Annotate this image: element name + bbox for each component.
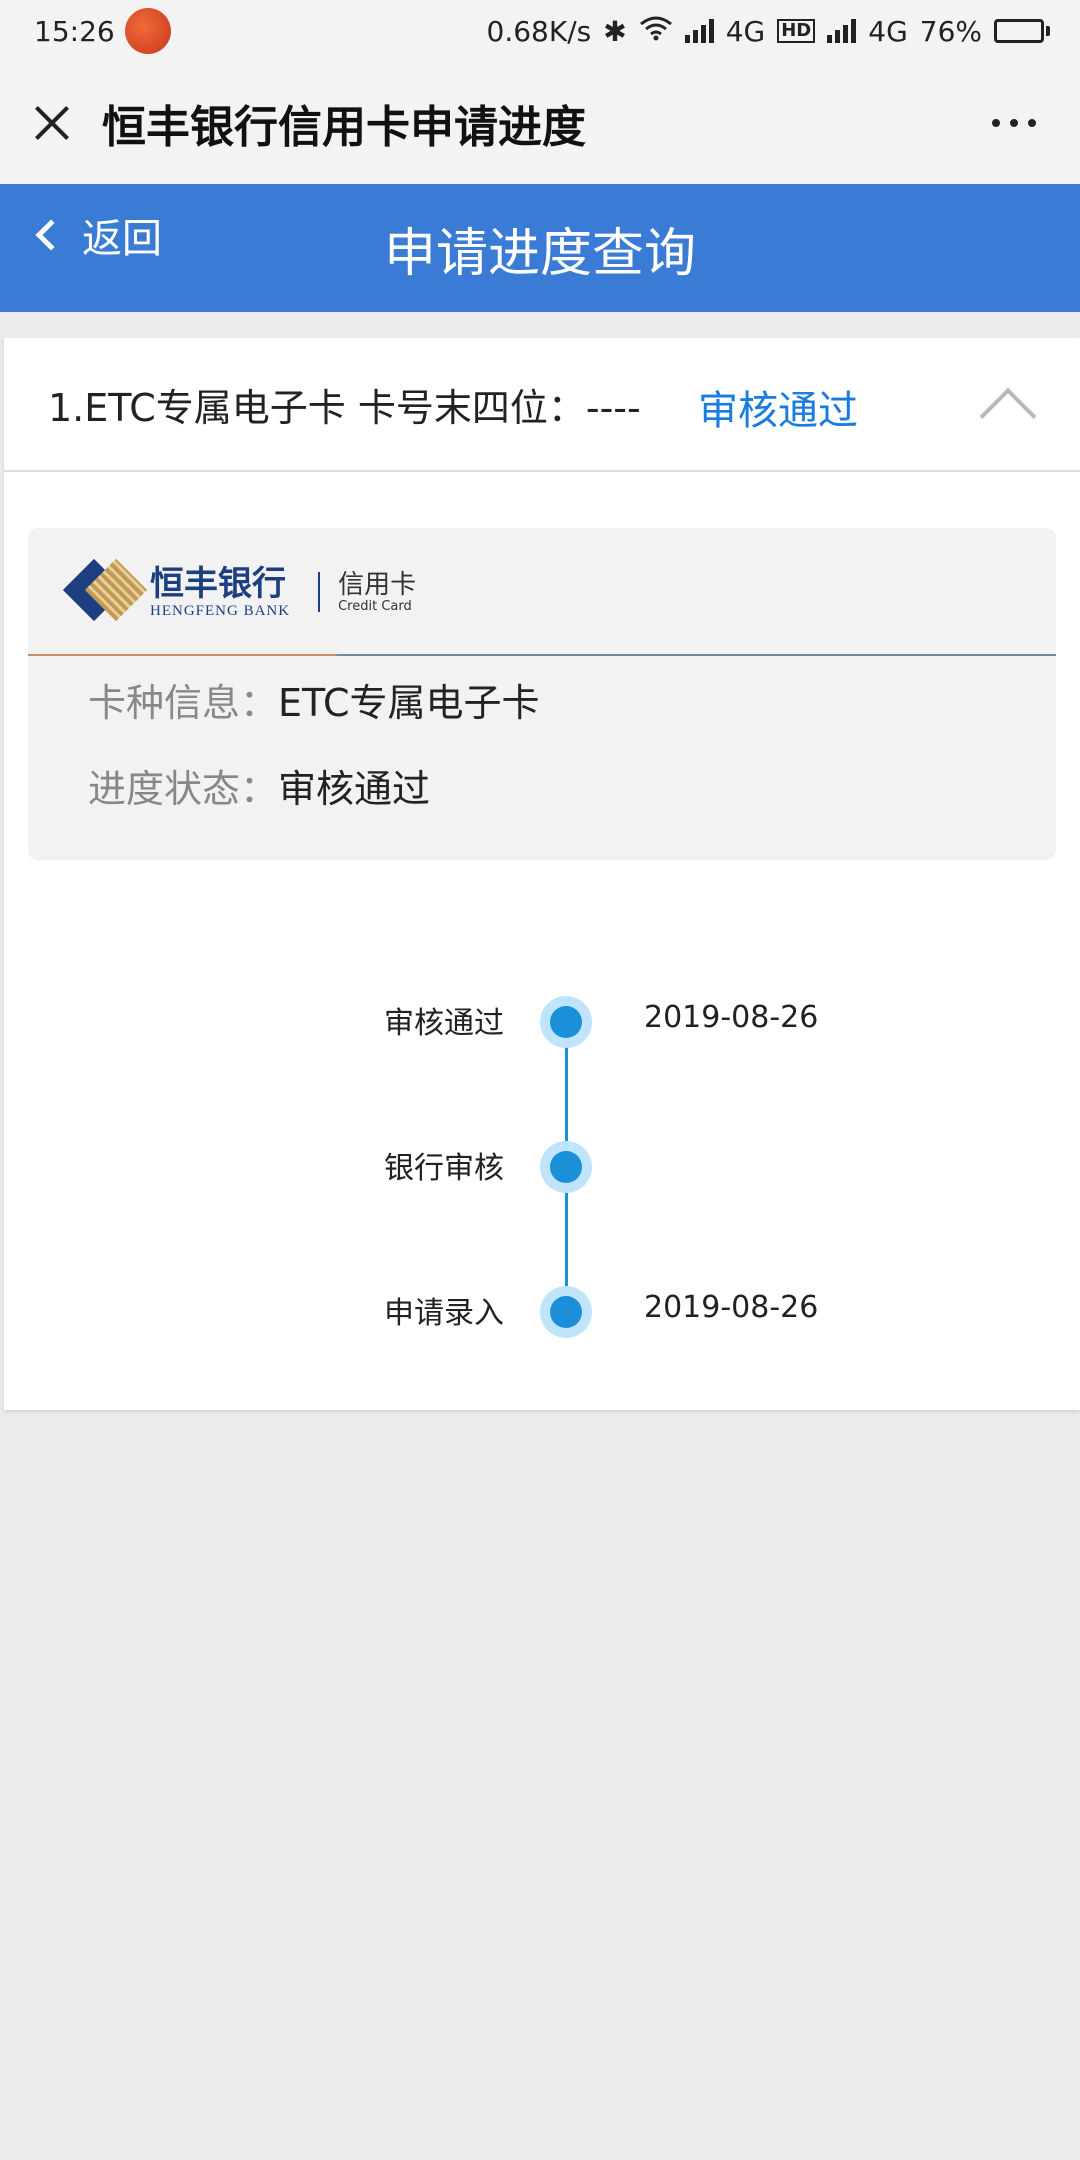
progress-value: 审核通过 xyxy=(278,766,431,811)
network-type-2: 4G xyxy=(868,14,908,48)
close-icon[interactable] xyxy=(30,101,74,145)
progress-timeline: 审核通过 2019-08-26 银行审核 申请录入 2019-08-26 xyxy=(4,338,1080,1410)
status-bar: 15:26 0.68K/s ✱ 4G HD 4G 76% xyxy=(0,0,1080,62)
title-bar: 恒丰银行信用卡申请进度 xyxy=(0,62,1080,184)
progress-row: 进度状态： 审核通过 xyxy=(28,742,1056,828)
logo-divider xyxy=(318,572,321,612)
app-notification-icon xyxy=(124,8,171,54)
signal-icon xyxy=(684,19,714,43)
bank-name-cn: 恒丰银行 xyxy=(150,563,286,604)
credit-card-en: Credit Card xyxy=(338,598,412,614)
timeline-item: 银行审核 xyxy=(4,1135,1080,1195)
card-status: 审核通过 xyxy=(698,388,858,434)
more-options-icon[interactable] xyxy=(992,119,1036,127)
timeline-dot xyxy=(540,1141,592,1193)
progress-label: 进度状态： xyxy=(88,766,279,811)
card-header[interactable]: 1.ETC专属电子卡 卡号末四位：---- 审核通过 xyxy=(4,338,1080,472)
credit-card-cn: 信用卡 xyxy=(338,569,417,600)
bank-name-en: HENGFENG BANK xyxy=(150,602,291,619)
card-type-label: 卡种信息： xyxy=(88,680,279,725)
battery-percent: 76% xyxy=(919,14,982,48)
signal-icon-2 xyxy=(827,19,857,43)
status-time: 15:26 xyxy=(34,14,115,48)
window-title: 恒丰银行信用卡申请进度 xyxy=(102,102,586,153)
bank-logo: 恒丰银行 HENGFENG BANK 信用卡 Credit Card xyxy=(28,528,1056,656)
timeline-date: 2019-08-26 xyxy=(644,1000,819,1035)
timeline-dot xyxy=(540,1286,592,1338)
timeline-date: 2019-08-26 xyxy=(644,1290,819,1325)
timeline-item: 申请录入 2019-08-26 xyxy=(4,1280,1080,1340)
card-type-value: ETC专属电子卡 xyxy=(278,680,540,725)
hd-badge: HD xyxy=(777,19,816,43)
timeline-label: 银行审核 xyxy=(384,1151,504,1186)
card-type-row: 卡种信息： ETC专属电子卡 xyxy=(28,656,1056,742)
timeline-line xyxy=(565,1018,568,1312)
application-card: 1.ETC专属电子卡 卡号末四位：---- 审核通过 恒丰银行 HENGFENG… xyxy=(4,338,1080,1410)
network-speed: 0.68K/s xyxy=(486,14,592,48)
timeline-label: 申请录入 xyxy=(384,1296,504,1331)
card-heading: 1.ETC专属电子卡 卡号末四位：---- xyxy=(48,385,641,430)
network-type-1: 4G xyxy=(725,14,766,48)
bank-logo-mark xyxy=(62,558,148,622)
bluetooth-icon: ✱ xyxy=(603,14,627,48)
logo-underline xyxy=(28,654,1056,656)
status-left: 15:26 xyxy=(34,8,171,54)
page-header: 返回 申请进度查询 xyxy=(0,184,1080,312)
timeline-item: 审核通过 2019-08-26 xyxy=(4,990,1080,1050)
timeline-label: 审核通过 xyxy=(384,1006,504,1041)
status-right: 0.68K/s ✱ 4G HD 4G 76% xyxy=(487,15,1050,48)
battery-icon xyxy=(994,19,1050,43)
chevron-up-icon[interactable] xyxy=(979,387,1037,445)
wifi-icon xyxy=(639,15,673,48)
page-title: 申请进度查询 xyxy=(383,223,696,284)
timeline-dot xyxy=(540,996,592,1048)
card-info-box: 恒丰银行 HENGFENG BANK 信用卡 Credit Card 卡种信息：… xyxy=(28,528,1056,860)
